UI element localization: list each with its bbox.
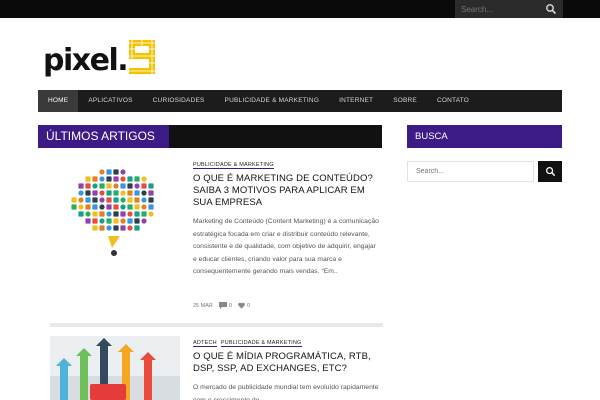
heart-icon	[238, 302, 245, 309]
nav-item-internet[interactable]: INTERNET	[329, 90, 383, 112]
nav-item-sobre[interactable]: SOBRE	[383, 90, 427, 112]
article-thumbnail-programmatic-media[interactable]	[50, 336, 180, 400]
comment-icon	[218, 302, 227, 309]
article-card: ADTECH PUBLICIDADE & MARKETING O QUE É M…	[50, 336, 383, 400]
article-thumbnail-content-marketing[interactable]	[50, 158, 180, 258]
top-search-input[interactable]	[455, 4, 535, 14]
sidebar-search-button[interactable]	[538, 161, 562, 182]
main-nav: HOME APLICATIVOS CURIOSIDADES PUBLICIDAD…	[38, 90, 562, 112]
top-search-box[interactable]	[455, 0, 563, 18]
sidebar-search-box[interactable]	[407, 161, 534, 182]
nav-item-contato[interactable]: CONTATO	[427, 90, 479, 112]
search-icon	[545, 167, 555, 177]
sidebar-search-title: BUSCA	[407, 125, 562, 148]
logo-text: pixel.	[43, 43, 129, 78]
article-date: 25 MAR	[193, 302, 213, 309]
top-bar	[0, 0, 600, 18]
article-category[interactable]: PUBLICIDADE & MARKETING	[220, 340, 302, 347]
nav-item-curiosidades[interactable]: CURIOSIDADES	[143, 90, 215, 112]
nav-item-home[interactable]: HOME	[38, 90, 79, 112]
search-icon[interactable]	[545, 3, 557, 15]
comment-count[interactable]: 0	[229, 303, 232, 309]
article-title[interactable]: O QUE É MARKETING DE CONTEÚDO? SAIBA 3 M…	[193, 173, 381, 209]
like-count[interactable]: 0	[247, 303, 250, 309]
article-excerpt: O mercado de publicidade mundial tem evo…	[193, 384, 379, 400]
article-divider	[50, 323, 383, 327]
article-title[interactable]: O QUE É MÍDIA PROGRAMÁTICA, RTB, DSP, SS…	[193, 351, 381, 375]
sidebar-search-input[interactable]	[408, 168, 518, 175]
nav-item-aplicativos[interactable]: APLICATIVOS	[78, 90, 142, 112]
article-category[interactable]: ADTECH	[193, 340, 217, 347]
logo-nine-mark	[129, 40, 156, 74]
article-card: PUBLICIDADE & MARKETING O QUE É MARKETIN…	[50, 158, 383, 316]
site-logo[interactable]: pixel.	[43, 36, 156, 78]
nav-item-publicidade-marketing[interactable]: PUBLICIDADE & MARKETING	[215, 90, 330, 112]
article-category[interactable]: PUBLICIDADE & MARKETING	[193, 162, 274, 169]
latest-articles-title: ÚLTIMOS ARTIGOS	[38, 125, 169, 148]
article-excerpt: Marketing de Conteúdo (Content Marketing…	[193, 218, 379, 275]
